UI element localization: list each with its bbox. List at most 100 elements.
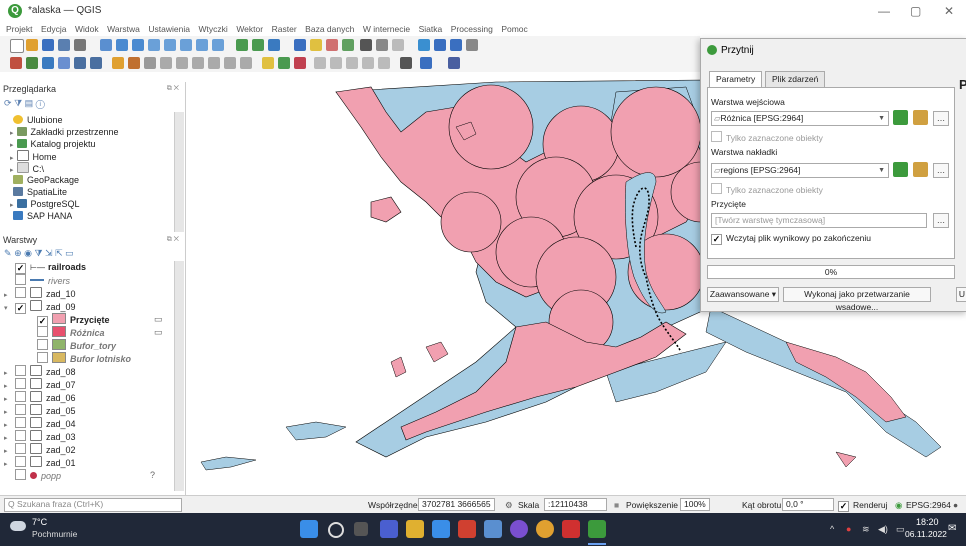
plugin-5-icon[interactable] — [74, 57, 86, 69]
layer-visibility-checkbox[interactable] — [37, 326, 48, 337]
edit-pencil-icon[interactable] — [128, 57, 140, 69]
statistics-icon[interactable] — [450, 39, 462, 51]
crs-label[interactable]: EPSG:2964 — [906, 500, 951, 510]
iterate-icon[interactable] — [893, 110, 908, 125]
wifi-icon[interactable]: ≋ — [862, 524, 870, 535]
browse-overlay-button[interactable]: … — [933, 163, 949, 178]
layer-styling-icon[interactable]: ✎ — [4, 248, 12, 258]
layer-row[interactable]: ✓ ⊢— railroads — [4, 261, 86, 274]
expander-icon[interactable]: ▸ — [10, 167, 14, 174]
layer-row[interactable]: ▸ zad_05 — [4, 404, 76, 417]
menu-warstwa[interactable]: Warstwa — [107, 22, 140, 36]
zoom-layer-icon[interactable] — [164, 39, 176, 51]
layer-visibility-checkbox[interactable] — [15, 391, 26, 402]
layer-row[interactable]: popp? — [4, 469, 155, 482]
copy-features-icon[interactable] — [224, 57, 236, 69]
open-project-icon[interactable] — [26, 39, 38, 51]
browser-item-favorites[interactable]: Ulubione — [10, 114, 63, 126]
browser-item-drive-c[interactable]: ▸ C:\ — [10, 162, 44, 174]
overlay-layer-combo[interactable]: ▱regions [EPSG:2964] ▼ — [711, 163, 889, 178]
tab-parameters[interactable]: Parametry — [709, 71, 763, 87]
label-icon[interactable] — [262, 57, 274, 69]
info-icon[interactable]: ⓘ — [36, 98, 45, 108]
identify-icon[interactable] — [294, 39, 306, 51]
label-toggle-icon[interactable] — [294, 57, 306, 69]
layer-row[interactable]: ▸ zad_08 — [4, 365, 76, 378]
label-tool-5-icon[interactable] — [378, 57, 390, 69]
menu-processing[interactable]: Processing — [451, 22, 493, 36]
remove-layer-icon[interactable]: ▭ — [65, 248, 74, 258]
extents-toggle-icon[interactable]: ⚙ — [505, 500, 513, 511]
menu-edycja[interactable]: Edycja — [41, 22, 67, 36]
search-icon[interactable] — [328, 522, 344, 538]
menu-projekt[interactable]: Projekt — [6, 22, 32, 36]
layer-row[interactable]: ✓ Przycięte ▭ — [26, 313, 163, 327]
expander-icon[interactable]: ▸ — [10, 142, 14, 149]
settings-wrench-icon[interactable] — [913, 110, 928, 125]
label-tool-1-icon[interactable] — [314, 57, 326, 69]
zoom-out-icon[interactable] — [132, 39, 144, 51]
zoom-last-icon[interactable] — [196, 39, 208, 51]
layer-visibility-checkbox[interactable] — [15, 404, 26, 415]
lock-scale-icon[interactable]: ■ — [614, 500, 619, 510]
unknown-source-icon[interactable]: ? — [150, 469, 155, 482]
layer-visibility-checkbox[interactable] — [37, 352, 48, 363]
menu-pomoc[interactable]: Pomoc — [501, 22, 527, 36]
layer-style-icon[interactable] — [418, 39, 430, 51]
panel-float-close-icon[interactable]: ⧉ ✕ — [167, 236, 179, 244]
load-result-checkbox[interactable]: ✓ Wczytaj plik wynikowy po zakończeniu — [711, 233, 871, 245]
rotation-field[interactable]: 0,0 ° — [782, 498, 834, 511]
advanced-button[interactable]: Zaawansowane ▾ — [707, 287, 779, 302]
chrome-icon[interactable] — [536, 520, 554, 538]
menu-widok[interactable]: Widok — [75, 22, 99, 36]
browser-scrollbar[interactable] — [174, 112, 184, 232]
magnifier-field[interactable]: 100% — [680, 498, 710, 511]
menu-baza-danych[interactable]: Baza danych — [305, 22, 354, 36]
layer-visibility-checkbox[interactable] — [37, 339, 48, 350]
browser-item-sap-hana[interactable]: SAP HANA — [10, 210, 72, 220]
layer-visibility-checkbox[interactable] — [15, 378, 26, 389]
browser-item-postgresql[interactable]: ▸ PostgreSQL — [10, 198, 80, 210]
pan-map-icon[interactable] — [100, 39, 112, 51]
checkbox-checked[interactable]: ✓ — [838, 501, 849, 512]
expander-icon[interactable]: ▸ — [10, 155, 14, 162]
layer-row[interactable]: ▸ zad_06 — [4, 391, 76, 404]
menu-wektor[interactable]: Wektor — [236, 22, 263, 36]
label-tool-2-icon[interactable] — [330, 57, 342, 69]
select-icon[interactable] — [310, 39, 322, 51]
paste-features-icon[interactable] — [240, 57, 252, 69]
checkbox[interactable] — [711, 131, 722, 142]
new-bookmark-icon[interactable] — [236, 39, 248, 51]
browser-item-project-catalog[interactable]: ▸ Katalog projektu — [10, 138, 96, 150]
menu-w-internecie[interactable]: W internecie — [363, 22, 410, 36]
sum-icon[interactable] — [360, 39, 372, 51]
expander-icon[interactable]: ▸ — [10, 130, 14, 137]
annotation-icon[interactable] — [392, 39, 404, 51]
layer-visibility-checkbox[interactable] — [15, 287, 26, 298]
locator-search-input[interactable]: Q Szukana fraza (Ctrl+K) — [4, 498, 182, 512]
teams-chat-icon[interactable] — [380, 520, 398, 538]
temporary-layer-icon[interactable]: ▭ — [154, 326, 163, 339]
tray-app-icon[interactable]: ● — [846, 524, 851, 534]
browse-input-button[interactable]: … — [933, 111, 949, 126]
filter-icon[interactable]: ⧩ — [14, 98, 22, 108]
task-view-icon[interactable] — [354, 522, 368, 536]
plugin-1-icon[interactable] — [10, 57, 22, 69]
zoom-next-icon[interactable] — [212, 39, 224, 51]
layer-visibility-checkbox[interactable] — [15, 443, 26, 454]
layer-row[interactable]: ▸ zad_04 — [4, 417, 76, 430]
clock-time[interactable]: 18:20 — [916, 517, 939, 527]
expander-icon[interactable]: ▾ — [4, 302, 12, 315]
checkbox-checked[interactable]: ✓ — [711, 234, 722, 245]
minimize-button[interactable]: — — [878, 4, 890, 18]
layer-row[interactable]: ▸ zad_01 — [4, 456, 76, 469]
plugin-4-icon[interactable] — [58, 57, 70, 69]
settings-wrench-icon[interactable] — [913, 162, 928, 177]
label-tool-4-icon[interactable] — [362, 57, 374, 69]
maximize-button[interactable]: ▢ — [910, 4, 921, 18]
messages-icon[interactable]: ● — [953, 500, 958, 510]
layer-row[interactable]: Bufor_tory — [26, 339, 116, 352]
layer-visibility-checkbox[interactable]: ✓ — [15, 263, 26, 274]
zoom-selection-icon[interactable] — [180, 39, 192, 51]
selected-only-checkbox-1[interactable]: Tylko zaznaczone obiekty — [711, 131, 823, 143]
